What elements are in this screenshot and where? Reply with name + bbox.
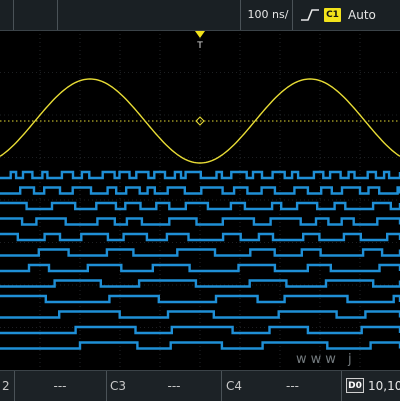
grid xyxy=(0,30,400,370)
divider xyxy=(341,371,342,401)
channel-2-label[interactable]: 2 xyxy=(2,378,10,394)
trigger-marker-label: T xyxy=(196,41,203,51)
channel-c3-value[interactable]: --- xyxy=(128,378,220,394)
bottom-channel-bar: 2 --- C3 --- C4 --- D0 10,10 xyxy=(0,370,400,401)
menu-cell[interactable] xyxy=(0,0,14,30)
waveform-display[interactable]: T xyxy=(0,30,400,370)
trigger-arrow-icon[interactable] xyxy=(195,31,205,38)
watermark: www j xyxy=(296,352,356,367)
top-status-bar: 100 ns/ C1 Auto xyxy=(0,0,400,31)
timebase-readout[interactable]: 100 ns/ xyxy=(244,6,292,24)
trigger-mode[interactable]: Auto xyxy=(348,6,388,24)
trigger-source-badge[interactable]: C1 xyxy=(324,8,341,22)
channel-c3-label[interactable]: C3 xyxy=(110,378,126,394)
status-cell[interactable] xyxy=(14,0,58,30)
digital-channel-trace xyxy=(0,170,400,180)
digital-channel-trace xyxy=(0,341,400,350)
digital-channel-trace xyxy=(0,279,400,288)
digital-channel-badge[interactable]: D0 xyxy=(346,378,364,393)
divider xyxy=(221,371,222,401)
digital-channel-value[interactable]: 10,10 xyxy=(368,378,400,394)
digital-channel-trace xyxy=(0,217,400,226)
trigger-position-marker[interactable]: T xyxy=(195,31,205,51)
channel-c4-label[interactable]: C4 xyxy=(226,378,242,394)
rising-edge-icon[interactable] xyxy=(300,8,320,22)
divider xyxy=(292,0,293,30)
status-cell-wide[interactable] xyxy=(58,0,241,30)
channel-c4-value[interactable]: --- xyxy=(245,378,340,394)
digital-channel-trace xyxy=(0,263,400,273)
divider xyxy=(106,371,107,401)
channel-2-value[interactable]: --- xyxy=(14,378,106,394)
